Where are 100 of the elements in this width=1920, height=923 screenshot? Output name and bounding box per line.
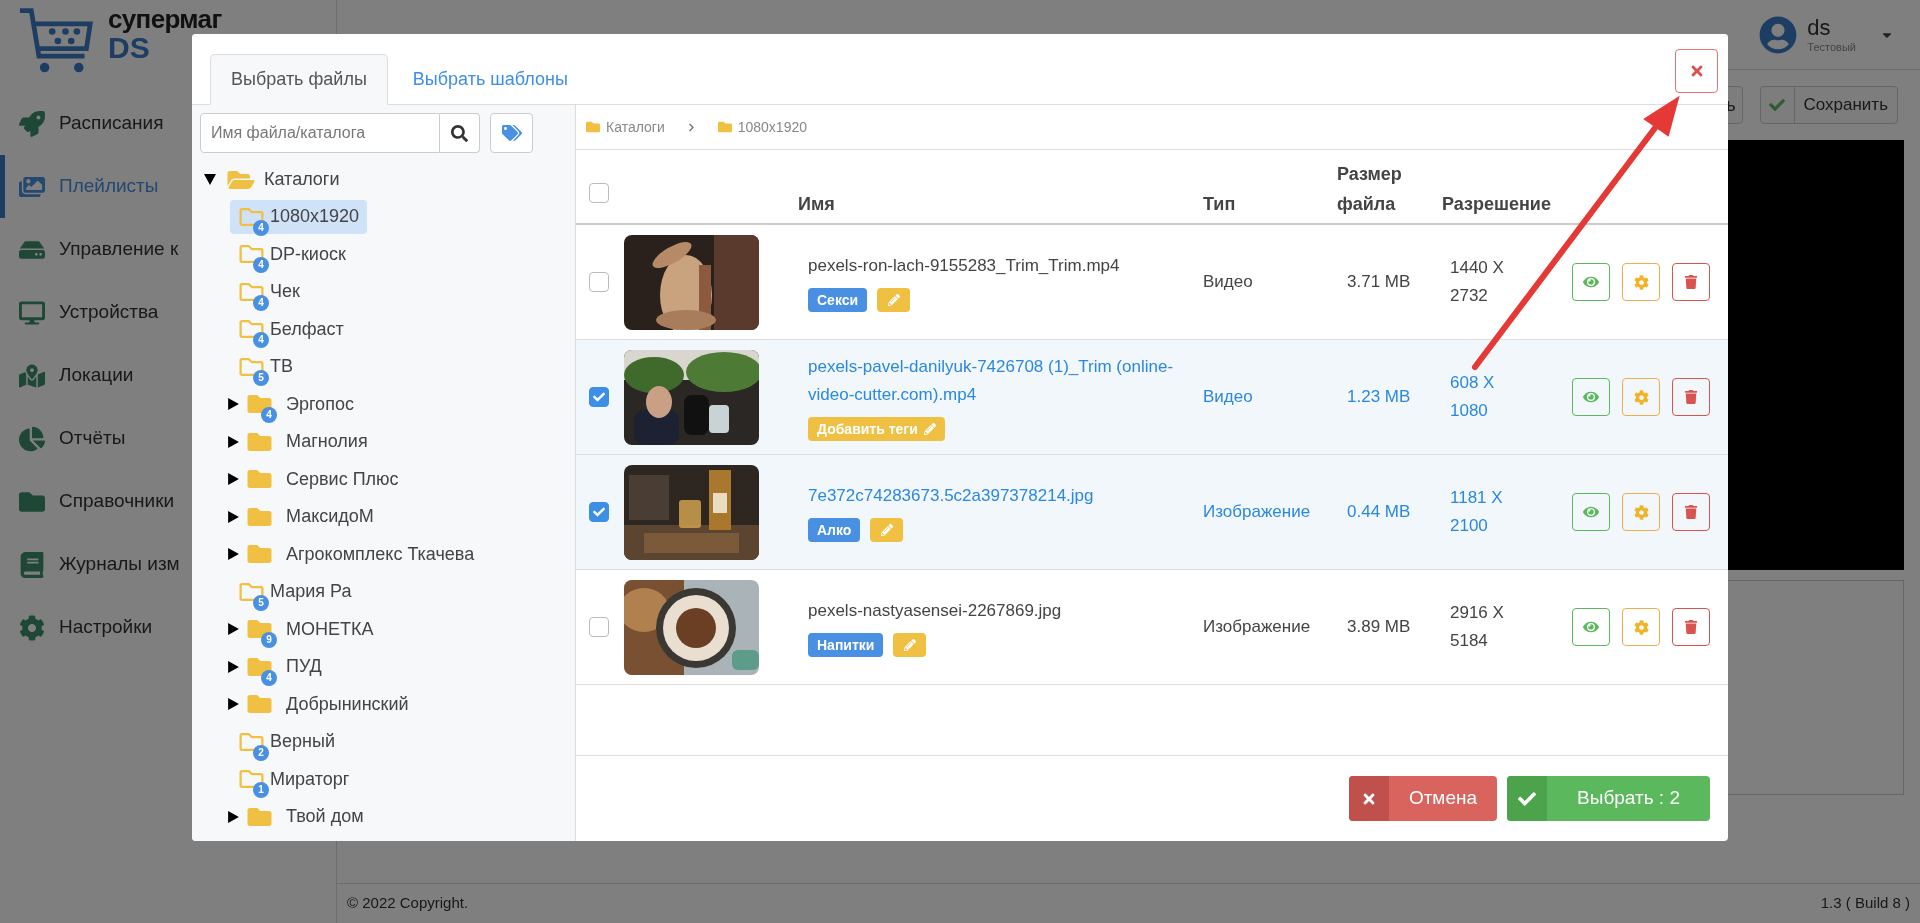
checkbox[interactable] [589, 272, 609, 292]
tree-item[interactable]: 1 Мираторг [230, 762, 358, 797]
table-cell-text: 1181 X 2100 [1450, 487, 1504, 537]
count-badge: 5 [253, 594, 269, 611]
file-name: pexels-ron-lach-9155283_Trim_Trim.mp4 [808, 255, 1121, 277]
tree-item[interactable]: 2 Верный [230, 724, 343, 759]
tree-item[interactable]: 4 Эргопос [242, 387, 362, 422]
search-field[interactable]: Имя файла/каталога [200, 113, 440, 153]
tree-item[interactable]: 5 ТВ [230, 349, 301, 384]
settings-icon [1633, 274, 1649, 290]
trash-icon [1684, 275, 1698, 289]
tree-item[interactable]: Сервис Плюс [242, 462, 407, 497]
save-button[interactable]: Сохранить [1759, 86, 1898, 124]
breadcrumb-link[interactable]: 1080x1920 [717, 116, 807, 138]
tree-item[interactable]: 4 ПУД [242, 649, 330, 684]
edit-tags-button[interactable] [877, 288, 911, 312]
settings-icon [1633, 619, 1649, 635]
check-icon [1769, 97, 1785, 113]
tree-item[interactable]: 4 DP-киоск [230, 237, 354, 272]
tree-item[interactable]: 4 1080x1920 [230, 199, 368, 234]
column-header: Тип [1203, 193, 1236, 216]
gear-icon [19, 614, 45, 641]
file-name: pexels-pavel-danilyuk-7426708 (1)_Trim (online-video-cutter.com).mp4 [808, 356, 1175, 406]
checkbox[interactable] [589, 502, 609, 522]
count-badge: 9 [261, 632, 277, 649]
checkbox[interactable] [589, 183, 609, 203]
settings-button[interactable] [1622, 263, 1660, 301]
edit-tags-button[interactable] [870, 518, 904, 542]
eye-icon [1583, 389, 1599, 405]
tab[interactable]: Выбрать файлы [210, 54, 388, 105]
column-header: Размер файла [1337, 163, 1403, 216]
tags-button[interactable] [490, 113, 533, 153]
version-text: 1.3 ( Build 8 ) [1820, 893, 1910, 914]
folder-icon [717, 120, 732, 134]
tree-item[interactable]: 4 Белфаст [230, 312, 352, 347]
file-name: 7e372c74283673.5c2a397378214.jpg [808, 485, 1095, 507]
column-header: Имя [798, 193, 835, 216]
table-cell: Изображение [1203, 617, 1311, 637]
search-button[interactable] [440, 113, 480, 153]
logo-text: супермаг [108, 6, 222, 32]
caret-right-icon [227, 510, 239, 523]
caret-right-icon [227, 548, 239, 561]
count-badge: 4 [253, 332, 269, 349]
count-badge: 4 [253, 219, 269, 236]
edit-tags-button[interactable] [893, 633, 927, 657]
tree-item[interactable]: Добрынинский [242, 687, 417, 722]
checkbox[interactable] [589, 617, 609, 637]
pencil-icon [887, 294, 900, 306]
preview-button[interactable] [1572, 493, 1610, 531]
table-cell: 3.71 MB [1347, 272, 1411, 292]
file-name: pexels-nastyasensei-2267869.jpg [808, 600, 1063, 622]
tree-item[interactable]: Агрокомплекс Ткачева [242, 537, 483, 572]
check-icon [593, 506, 605, 518]
breadcrumb-link[interactable]: Каталоги [586, 116, 665, 138]
delete-button[interactable] [1672, 378, 1710, 416]
count-badge: 4 [261, 407, 277, 424]
delete-button[interactable] [1672, 493, 1710, 531]
tree-item[interactable]: 9 МОНЕТКА [242, 612, 382, 647]
tree-item[interactable]: МаксидоМ [242, 499, 382, 534]
monitor-icon [19, 299, 45, 326]
check-icon [1518, 789, 1537, 808]
settings-button[interactable] [1622, 378, 1660, 416]
preview-button[interactable] [1572, 263, 1610, 301]
trash-icon [1684, 505, 1698, 519]
delete-button[interactable] [1672, 608, 1710, 646]
checkbox[interactable] [589, 387, 609, 407]
user-role: Тестовый [1807, 41, 1856, 56]
settings-button[interactable] [1622, 493, 1660, 531]
caret-right-icon [227, 398, 239, 411]
count-badge: 4 [253, 294, 269, 311]
preview-button[interactable] [1572, 608, 1610, 646]
close-button[interactable] [1675, 49, 1718, 93]
caret-right-icon [227, 810, 239, 823]
count-badge: 4 [253, 257, 269, 274]
logo-subtitle: DS [108, 32, 150, 64]
settings-icon [1633, 504, 1649, 520]
rocket-icon [19, 110, 45, 137]
map-icon [19, 362, 45, 389]
search-icon [451, 124, 468, 142]
table-cell: 0.44 MB [1347, 502, 1411, 522]
tree-item[interactable]: Твой дом [242, 799, 372, 834]
cancel-button[interactable]: Отмена [1348, 776, 1498, 821]
tags-icon [501, 123, 522, 143]
table-cell-text: 2916 X 5184 [1450, 602, 1505, 652]
table-cell: Изображение [1203, 502, 1311, 522]
table-row[interactable]: pexels-pavel-danilyuk-7426708 (1)_Trim (online-video-cutter.com).mp4 Добавить теги Видео 1.23 MB 608 X 1080 [576, 340, 1728, 455]
table-row[interactable]: 7e372c74283673.5c2a397378214.jpg Алко Изображение 0.44 MB 1181 X 2100 [576, 455, 1728, 570]
caret-right-icon [227, 435, 239, 448]
preview-button[interactable] [1572, 378, 1610, 416]
table-cell: 1.23 MB [1347, 387, 1411, 407]
settings-button[interactable] [1622, 608, 1660, 646]
tree-item[interactable]: Магнолия [242, 424, 376, 459]
trash-icon [1684, 390, 1698, 404]
copyright-text: © 2022 Copyright. [347, 893, 469, 914]
delete-button[interactable] [1672, 263, 1710, 301]
tree-item[interactable]: 5 Мария Ра [230, 574, 360, 609]
tree-item[interactable]: 4 Чек [230, 274, 308, 309]
caret-right-icon [227, 473, 239, 486]
eye-icon [1583, 504, 1599, 520]
column-header: Разрешение [1442, 193, 1551, 216]
